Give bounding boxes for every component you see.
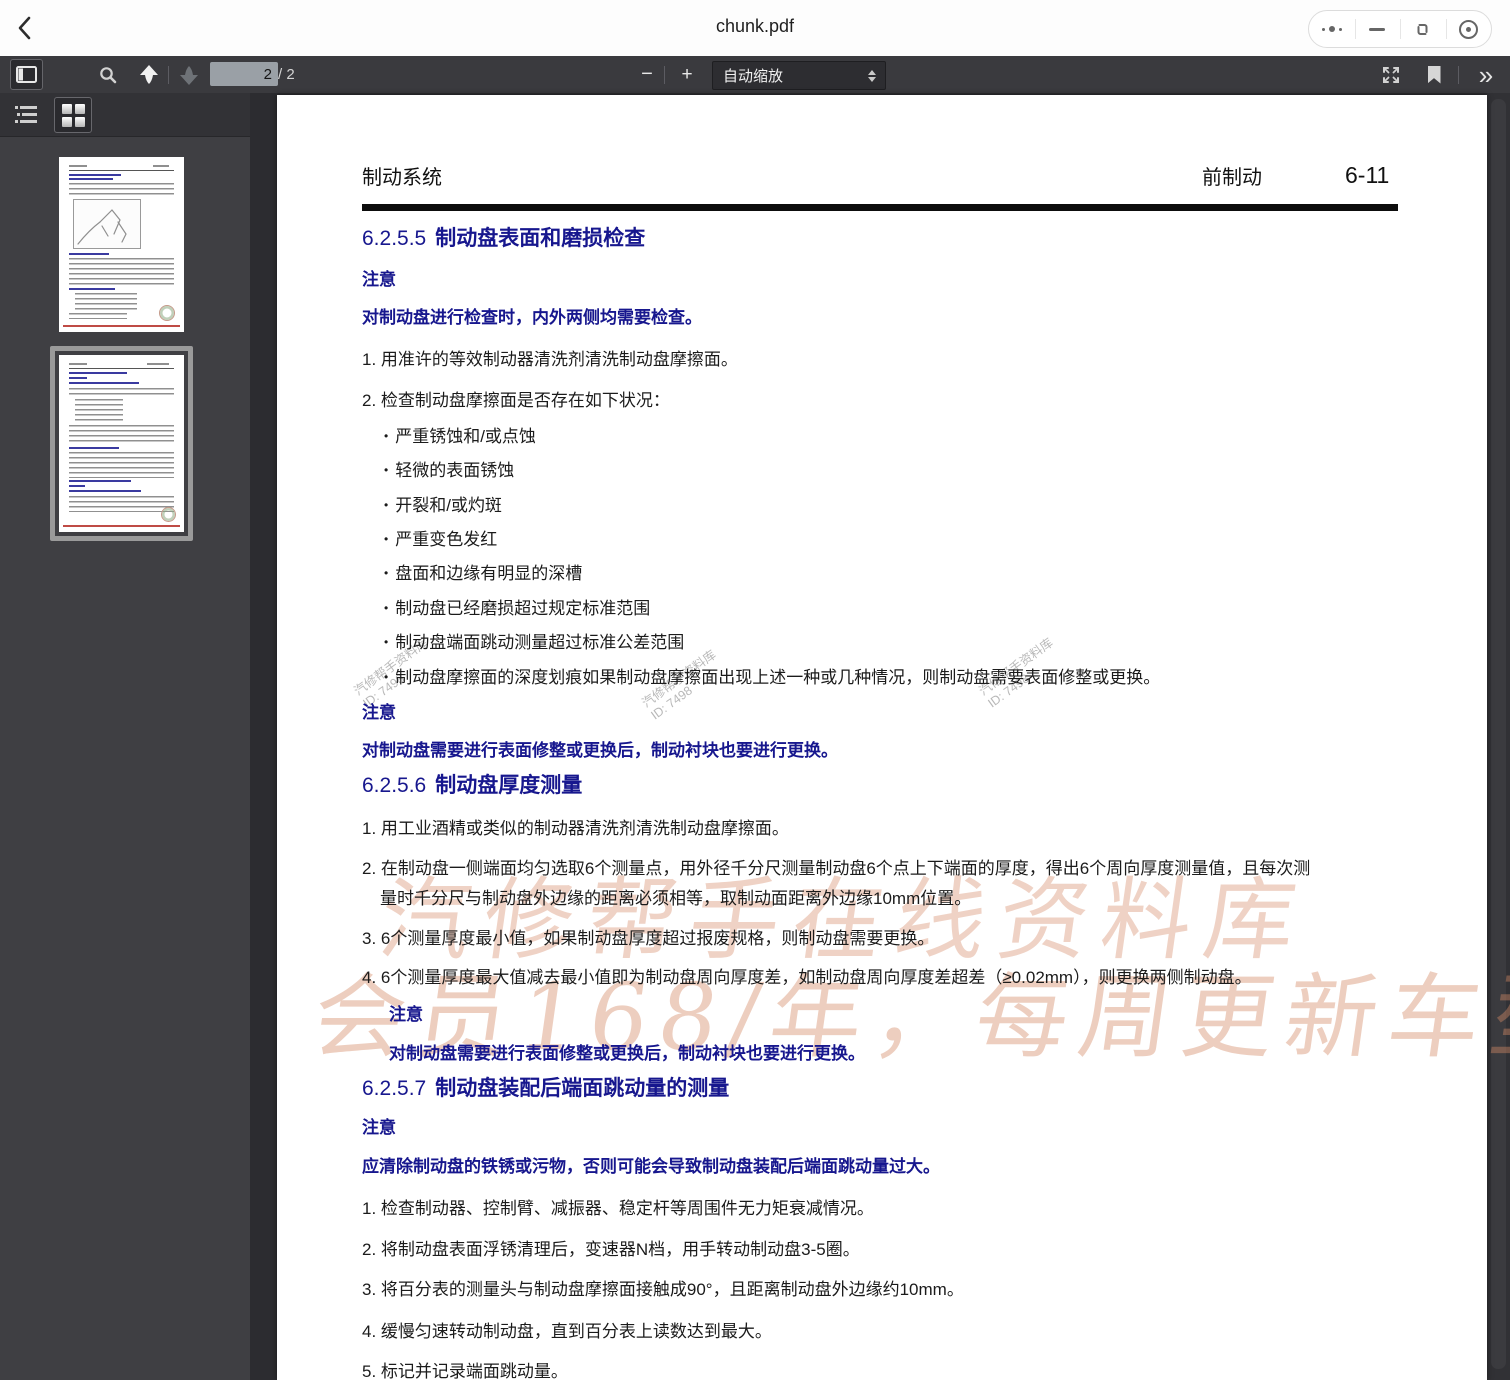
thumbnails-grid-icon (62, 104, 85, 127)
presentation-mode-button[interactable] (1376, 61, 1406, 88)
bullet-item: 制动盘已经磨损超过规定标准范围 (384, 597, 650, 620)
document-outline-button[interactable] (8, 97, 44, 133)
toolbar-separator (1458, 66, 1459, 84)
zoom-in-button[interactable]: + (674, 61, 700, 88)
more-dots-icon (1322, 26, 1342, 32)
minimize-button[interactable] (1355, 11, 1401, 47)
pdf-page-2: 汽修帮手在线资料库 会员168/年，每周更新车型 汽修帮手资料库ID: 7498… (277, 95, 1487, 1380)
page-up-icon (139, 64, 159, 86)
note-label: 注意 (362, 269, 396, 291)
titlebar: chunk.pdf (0, 0, 1510, 56)
note-label: 注意 (389, 1004, 423, 1026)
thumbnail-page-1-preview (59, 157, 184, 332)
bookmark-icon (1428, 66, 1441, 84)
page-number-label: 6-11 (1345, 164, 1389, 186)
scrollbar-thumb[interactable] (1491, 99, 1506, 1369)
page-header-center: 前制动 (1202, 167, 1262, 189)
previous-page-button[interactable] (135, 61, 163, 88)
page-down-icon (179, 64, 199, 86)
bookmark-button[interactable] (1420, 61, 1448, 88)
step-text: 1. 用工业酒精或类似的制动器清洗剂清洗制动盘摩擦面。 (362, 818, 789, 840)
step-text: 2. 检查制动盘摩擦面是否存在如下状况： (362, 390, 670, 412)
page-count-label: / 2 (278, 56, 295, 93)
note-text: 对制动盘进行检查时，内外两侧均需要检查。 (362, 307, 702, 329)
pdf-viewer-window: chunk.pdf (0, 0, 1510, 1380)
note-label: 注意 (362, 1117, 396, 1139)
section-heading-6255: 6.2.5.5制动盘表面和磨损检查 (362, 226, 645, 252)
step-text: 5. 标记并记录端面跳动量。 (362, 1361, 568, 1380)
pdf-viewer-area: 汽修帮手在线资料库 会员168/年，每周更新车型 汽修帮手资料库ID: 7498… (250, 93, 1510, 1380)
step-text: 1. 用准许的等效制动器清洗剂清洗制动盘摩擦面。 (362, 349, 738, 371)
page-number-input[interactable] (210, 62, 278, 86)
pdf-toolbar: / 2 − + 自动缩放 » (0, 56, 1510, 94)
zoom-scale-select[interactable]: 自动缩放 (712, 61, 886, 90)
section-heading-6256: 6.2.5.6制动盘厚度测量 (362, 773, 582, 799)
step-text: 2. 在制动盘一侧端面均匀选取6个测量点，用外径千分尺测量制动盘6个点上下端面的… (362, 858, 1310, 880)
search-icon (98, 65, 118, 85)
toolbar-separator (664, 66, 665, 84)
sidebar-icon (16, 66, 37, 83)
step-text: 2. 将制动盘表面浮锈清理后，变速器N档，用手转动制动盘3-5圈。 (362, 1239, 860, 1261)
next-page-button[interactable] (175, 61, 203, 88)
step-text-continued: 量时千分尺与制动盘外边缘的距离必须相等，取制动面距离外边缘10mm位置。 (380, 888, 971, 910)
note-text: 应清除制动盘的铁锈或污物，否则可能会导致制动盘装配后端面跳动量过大。 (362, 1156, 940, 1178)
step-text: 4. 6个测量厚度最大值减去最小值即为制动盘周向厚度差，如制动盘周向厚度差超差（… (362, 967, 1252, 989)
outline-list-icon (14, 104, 38, 126)
note-text: 对制动盘需要进行表面修整或更换后，制动衬块也要进行更换。 (362, 740, 838, 762)
find-button[interactable] (94, 61, 122, 88)
bullet-item: 严重锈蚀和/或点蚀 (384, 425, 536, 448)
restore-icon (1414, 21, 1431, 38)
minimize-icon (1369, 28, 1385, 31)
page-header-left: 制动系统 (362, 167, 442, 189)
watermark-small: 汽修帮手资料库ID: 7498 (352, 605, 483, 712)
step-text: 4. 缓慢匀速转动制动盘，直到百分表上读数达到最大。 (362, 1321, 772, 1343)
sidebar-view-switcher (0, 93, 250, 137)
thumbnail-page-1[interactable] (59, 157, 184, 332)
step-text: 3. 将百分表的测量头与制动盘摩擦面接触成90°，且距离制动盘外边缘约10mm。 (362, 1279, 964, 1301)
document-title: chunk.pdf (0, 16, 1510, 37)
section-heading-6257: 6.2.5.7制动盘装配后端面跳动量的测量 (362, 1076, 729, 1102)
circle-dot-icon (1459, 20, 1478, 39)
window-controls (1308, 10, 1492, 48)
thumbnail-sidebar (0, 93, 251, 1380)
bullet-item: 轻微的表面锈蚀 (384, 459, 514, 482)
toolbar-separator (168, 66, 169, 84)
zoom-scale-value: 自动缩放 (713, 65, 868, 86)
zoom-out-button[interactable]: − (634, 61, 660, 88)
bullet-item: 盘面和边缘有明显的深槽 (384, 562, 582, 585)
thumbnails-view-button[interactable] (54, 97, 92, 133)
more-options-button[interactable] (1309, 11, 1355, 47)
watermark-small: 汽修帮手资料库ID: 7498 (977, 605, 1108, 712)
toggle-sidebar-button[interactable] (10, 59, 43, 90)
step-text: 3. 6个测量厚度最小值，如果制动盘厚度超过报废规格，则制动盘需要更换。 (362, 928, 934, 950)
bullet-item: 制动盘摩擦面的深度划痕如果制动盘摩擦面出现上述一种或几种情况，则制动盘需要表面修… (384, 666, 1160, 689)
bullet-item: 制动盘端面跳动测量超过标准公差范围 (384, 631, 684, 654)
select-spinner-icon (868, 70, 876, 82)
step-text: 1. 检查制动器、控制臂、减振器、稳定杆等周围件无力矩衰减情况。 (362, 1198, 874, 1220)
restore-window-button[interactable] (1400, 11, 1446, 47)
note-text: 对制动盘需要进行表面修整或更换后，制动衬块也要进行更换。 (389, 1043, 865, 1065)
header-rule (362, 204, 1398, 211)
thumbnail-page-2-selected[interactable] (50, 346, 193, 541)
thumbnail-illustration (73, 199, 141, 249)
thumbnail-page-2-preview (59, 355, 184, 532)
bullet-item: 严重变色发红 (384, 528, 497, 551)
note-label: 注意 (362, 702, 396, 724)
fullscreen-arrows-icon (1380, 64, 1402, 86)
more-tools-button[interactable]: » (1468, 59, 1504, 90)
close-circle-button[interactable] (1446, 11, 1492, 47)
vertical-scrollbar[interactable] (1487, 93, 1510, 1380)
bullet-item: 开裂和/或灼斑 (384, 494, 502, 517)
